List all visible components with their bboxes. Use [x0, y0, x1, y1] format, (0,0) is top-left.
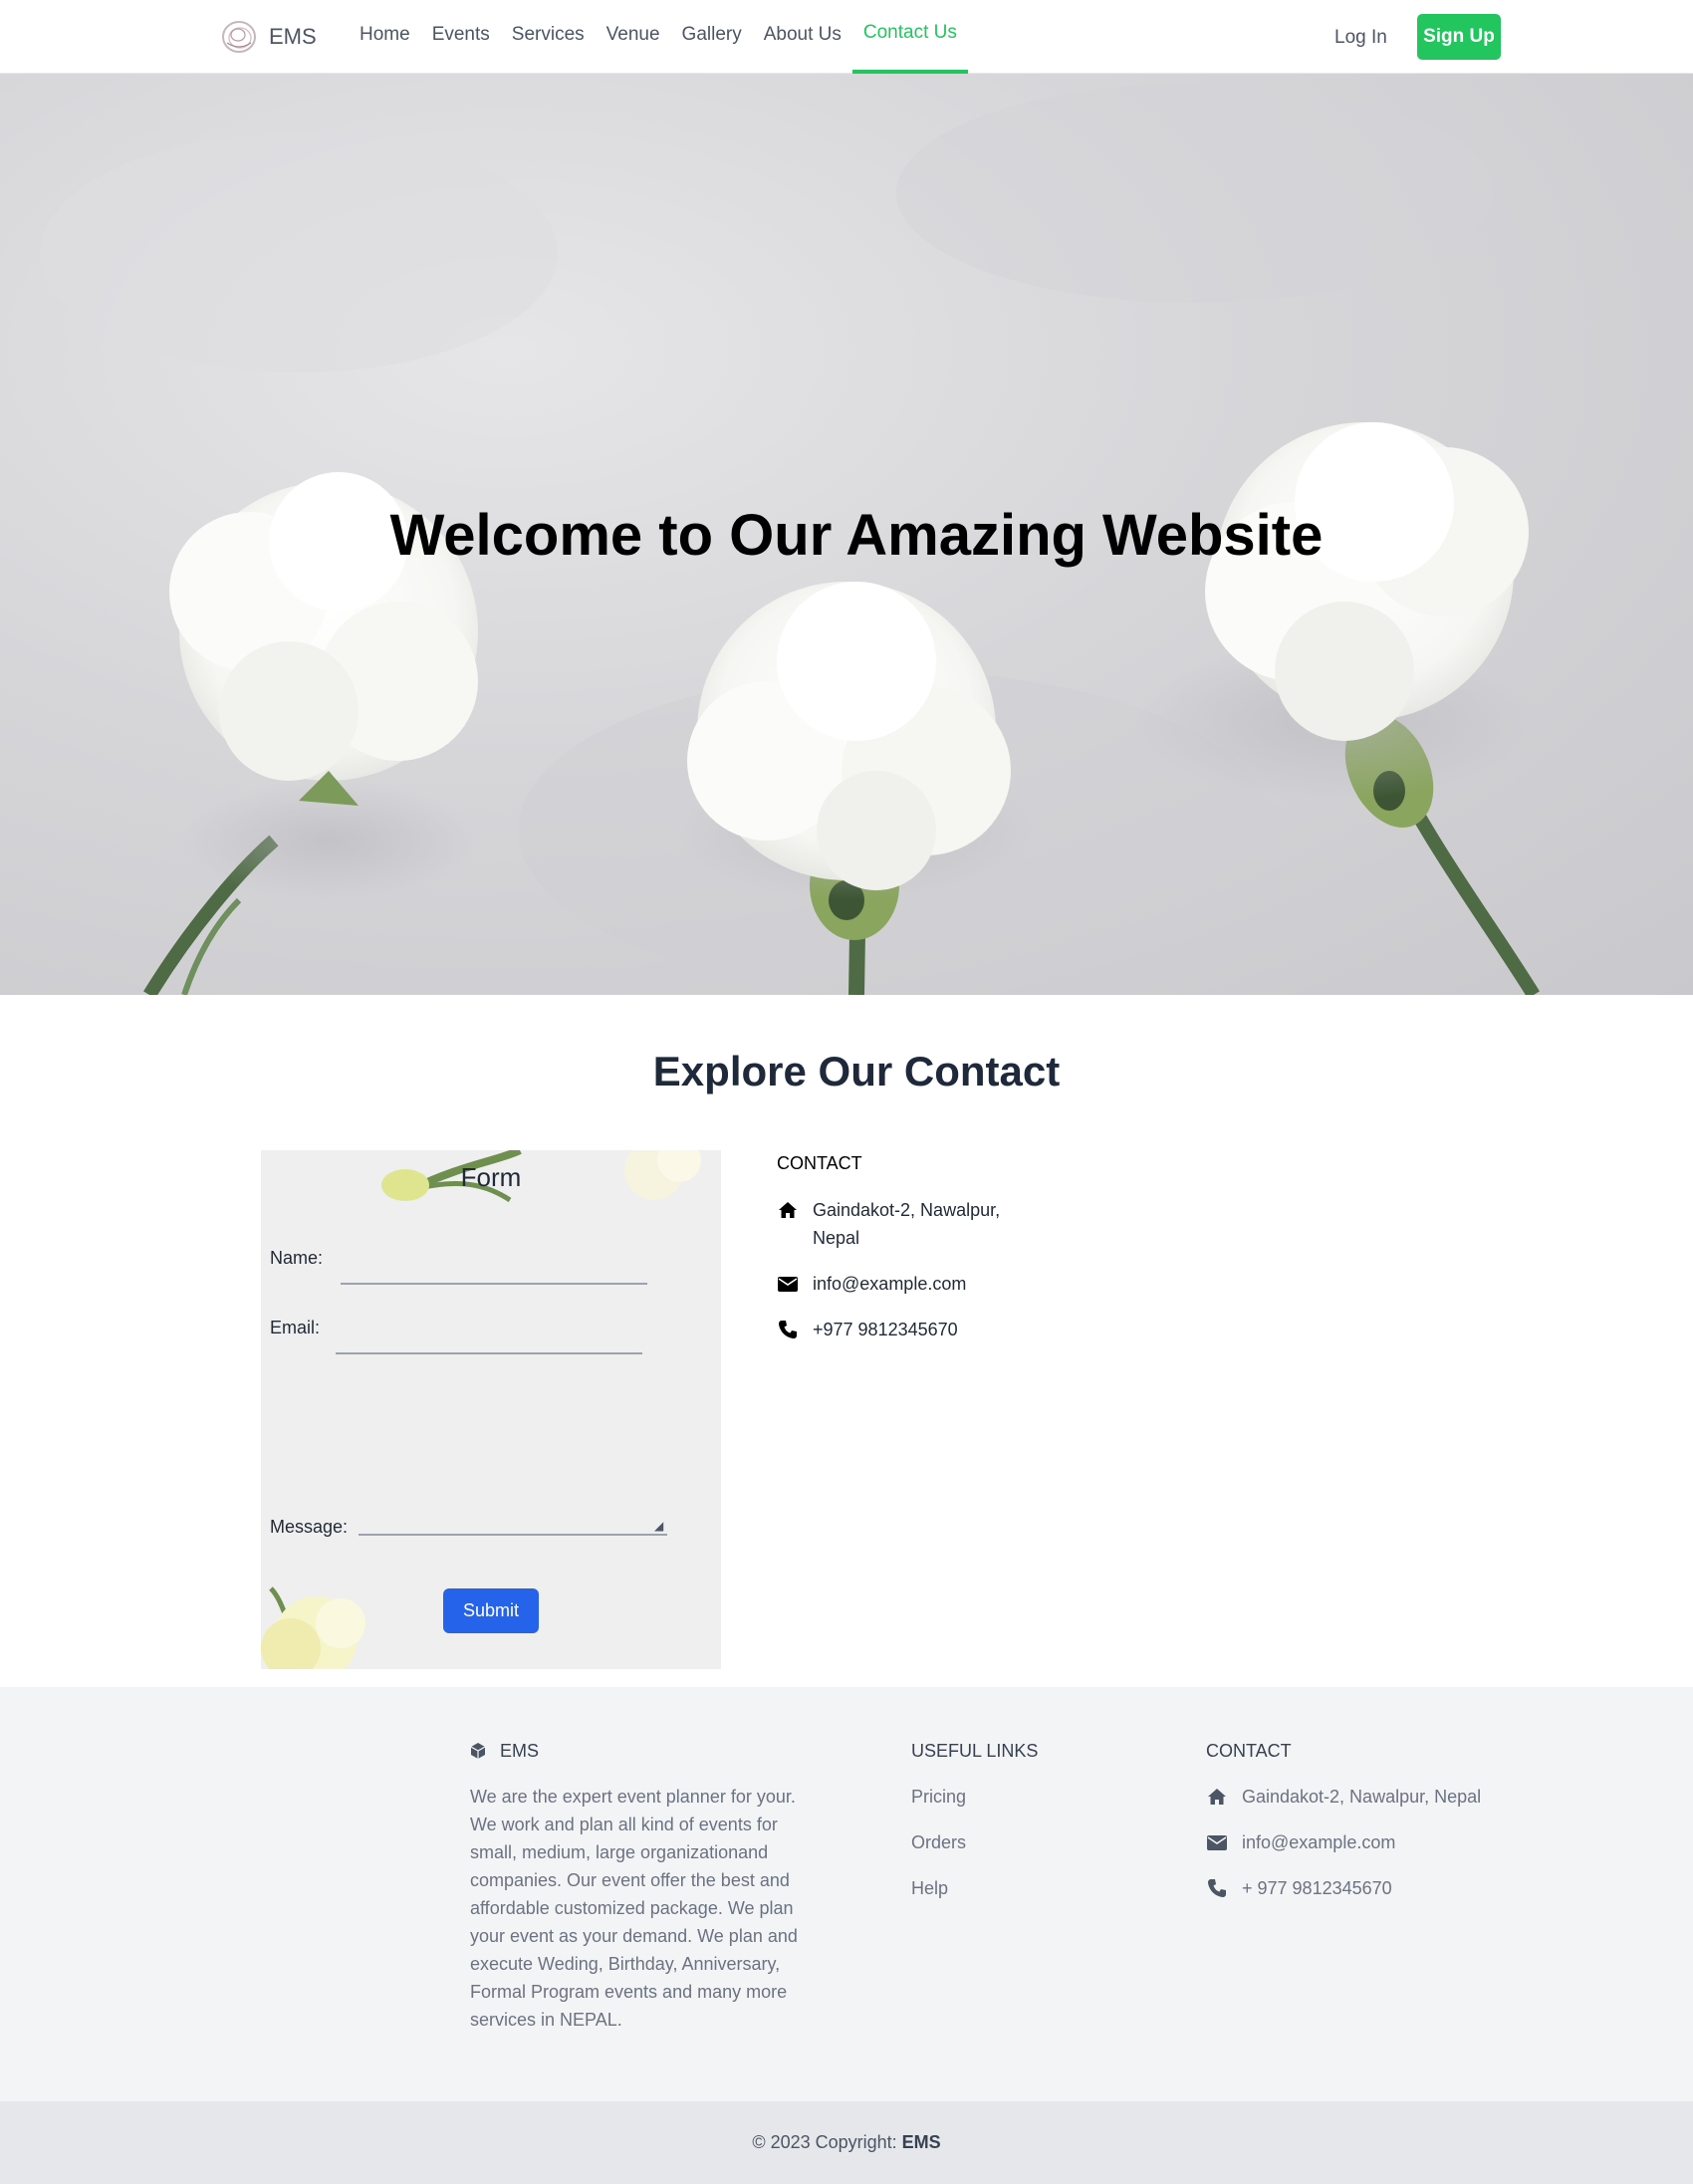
footer-links-heading: USEFUL LINKS	[911, 1740, 1039, 1761]
nav-link-label: About Us	[763, 24, 842, 45]
hero-banner: Welcome to Our Amazing Website	[0, 74, 1693, 995]
section-title: Explore Our Contact	[652, 1048, 1061, 1094]
footer-phone: + 977 9812345670	[1206, 1874, 1481, 1902]
nav-links: Home Events Services Venue Gallery About…	[349, 0, 968, 74]
email-input[interactable]	[336, 1352, 642, 1354]
footer-email-text: info@example.com	[1242, 1832, 1396, 1852]
contact-phone-text: +977 9812345670	[813, 1320, 958, 1339]
navbar: EMS Home Events Services Venue Gallery A…	[0, 0, 1693, 74]
envelope-icon	[1206, 1834, 1228, 1850]
nav-link-contact-us[interactable]: Contact Us	[851, 0, 968, 74]
contact-form: Form Name: Email: Message: ◢ Submit	[261, 1150, 721, 1669]
copyright-text: © 2023 Copyright:	[752, 2132, 897, 2152]
footer-link-pricing[interactable]: Pricing	[911, 1783, 1038, 1811]
contact-heading: CONTACT	[777, 1153, 862, 1173]
signup-button[interactable]: Sign Up	[1417, 14, 1501, 60]
nav-link-label: Home	[360, 24, 410, 45]
home-icon	[1206, 1788, 1228, 1806]
brand[interactable]: EMS	[219, 14, 317, 60]
envelope-icon	[777, 1270, 799, 1298]
footer-brand: EMS	[470, 1737, 809, 1765]
contact-info: CONTACT Gaindakot-2, Nawalpur, Nepal inf…	[777, 1153, 1036, 1361]
footer-phone-text: + 977 9812345670	[1242, 1878, 1392, 1898]
form-title: Form	[460, 1162, 522, 1192]
email-label: Email:	[270, 1318, 321, 1337]
hero-title: Welcome to Our Amazing Website	[389, 503, 1324, 568]
resize-handle-icon[interactable]: ◢	[654, 1519, 663, 1533]
name-input[interactable]	[341, 1283, 647, 1285]
nav-link-venue[interactable]: Venue	[596, 0, 671, 74]
nav-link-label: Contact Us	[862, 22, 957, 43]
footer-contact-heading: CONTACT	[1206, 1740, 1292, 1761]
copyright-brand: EMS	[901, 2132, 941, 2152]
footer: EMS We are the expert event planner for …	[0, 1687, 1693, 2101]
brand-name: EMS	[269, 24, 317, 49]
footer-links-column: USEFUL LINKS Pricing Orders Help	[911, 1737, 1038, 1902]
phone-icon	[1206, 1878, 1228, 1898]
footer-address: Gaindakot-2, Nawalpur, Nepal	[1206, 1783, 1481, 1811]
copyright-bar: © 2023 Copyright: EMS	[0, 2101, 1693, 2184]
contact-email-text: info@example.com	[813, 1274, 967, 1294]
brand-logo-icon	[222, 21, 256, 53]
home-icon	[777, 1196, 799, 1224]
nav-link-label: Venue	[605, 24, 660, 45]
nav-link-gallery[interactable]: Gallery	[671, 0, 753, 74]
phone-icon	[777, 1316, 799, 1343]
nav-link-label: Gallery	[681, 24, 742, 45]
name-label: Name:	[270, 1248, 324, 1268]
contact-email: info@example.com	[777, 1270, 1036, 1298]
message-label: Message:	[270, 1517, 349, 1537]
nav-link-home[interactable]: Home	[349, 0, 421, 74]
nav-link-label: Events	[431, 24, 490, 45]
footer-address-text: Gaindakot-2, Nawalpur, Nepal	[1242, 1787, 1482, 1807]
contact-phone: +977 9812345670	[777, 1316, 1036, 1343]
message-textarea[interactable]	[359, 1534, 667, 1536]
nav-link-services[interactable]: Services	[501, 0, 596, 74]
address-line-2: Nepal	[813, 1228, 860, 1248]
footer-about-column: EMS We are the expert event planner for …	[470, 1737, 809, 2034]
nav-link-label: Services	[511, 24, 585, 45]
submit-button[interactable]: Submit	[443, 1588, 539, 1633]
footer-email: info@example.com	[1206, 1828, 1481, 1856]
footer-link-help[interactable]: Help	[911, 1874, 1038, 1902]
footer-contact-column: CONTACT Gaindakot-2, Nawalpur, Nepal inf…	[1206, 1737, 1481, 1902]
footer-link-orders[interactable]: Orders	[911, 1828, 1038, 1856]
nav-link-events[interactable]: Events	[421, 0, 501, 74]
footer-brand-name: EMS	[500, 1740, 540, 1761]
cube-icon	[470, 1743, 486, 1759]
nav-link-about-us[interactable]: About Us	[753, 0, 852, 74]
contact-address: Gaindakot-2, Nawalpur, Nepal	[777, 1196, 1036, 1252]
login-link[interactable]: Log In	[1334, 20, 1387, 56]
footer-about-text: We are the expert event planner for your…	[470, 1787, 798, 2030]
address-line-1: Gaindakot-2, Nawalpur,	[813, 1200, 1001, 1220]
